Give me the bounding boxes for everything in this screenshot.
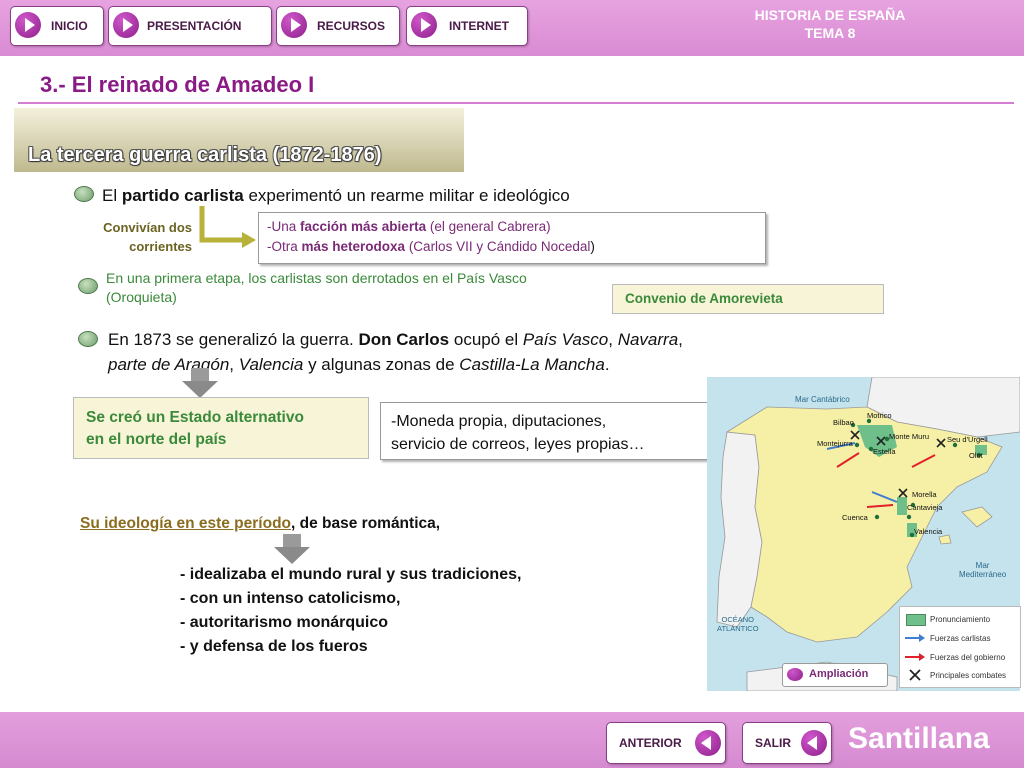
city-valencia: Valencia xyxy=(914,527,943,536)
map-sea-med: Mar Mediterráneo xyxy=(959,561,1007,579)
title-divider xyxy=(18,102,1014,104)
city-montemuru: Monte Muru xyxy=(889,432,930,441)
down-arrow-icon xyxy=(182,368,218,398)
bullet-icon xyxy=(78,278,98,294)
ideology-heading: Su ideología en este período, de base ro… xyxy=(80,515,440,533)
ideology-item: - y defensa de los fueros xyxy=(180,638,368,655)
course-title-line2: TEMA 8 xyxy=(804,25,856,41)
city-montejurra: Montejurra xyxy=(817,439,853,448)
map-ocean: OCÉANO ATLÁNTICO xyxy=(717,615,759,633)
city-olot: Olot xyxy=(969,451,983,460)
nav-internet-button[interactable]: INTERNET xyxy=(406,6,528,46)
current-cabrera: -Una facción más abierta (el general Cab… xyxy=(267,219,551,234)
play-icon xyxy=(113,12,139,38)
city-estella: Estella xyxy=(873,447,896,456)
nav-recursos-label: RECURSOS xyxy=(317,19,386,33)
ideology-list: - idealizaba el mundo rural y sus tradic… xyxy=(180,563,521,659)
city-seu: Seu d'Urgell xyxy=(947,435,988,444)
estado-line2: en el norte del país xyxy=(86,431,227,448)
back-arrow-icon xyxy=(695,730,721,756)
nav-inicio-label: INICIO xyxy=(51,19,88,33)
course-title: HISTORIA DE ESPAÑA TEMA 8 xyxy=(720,6,940,42)
currents-label-line2: corrientes xyxy=(129,239,192,254)
top-nav-bar: INICIO PRESENTACIÓN RECURSOS INTERNET HI… xyxy=(0,0,1024,56)
section-title: 3.- El reinado de Amadeo I xyxy=(40,72,315,97)
point2-line1: En una primera etapa, los carlistas son … xyxy=(106,270,527,286)
estado-line1: Se creó un Estado alternativo xyxy=(86,409,304,426)
anterior-button[interactable]: ANTERIOR xyxy=(606,722,726,764)
play-icon xyxy=(281,12,307,38)
bullet-icon xyxy=(78,331,98,347)
play-icon xyxy=(15,12,41,38)
city-cuenca: Cuenca xyxy=(842,513,868,522)
estado-alternativo-box: Se creó un Estado alternativo en el nort… xyxy=(73,397,369,459)
map-sea-north: Mar Cantábrico xyxy=(795,395,850,404)
footer-bar: ANTERIOR SALIR Santillana xyxy=(0,712,1024,768)
play-icon xyxy=(787,668,803,681)
moneda-box: -Moneda propia, diputaciones, servicio d… xyxy=(380,402,715,460)
ampliacion-label: Ampliación xyxy=(809,668,869,680)
moneda-line1: -Moneda propia, diputaciones, xyxy=(391,413,607,430)
legend-combat-icon xyxy=(909,669,921,681)
point-carlist-rearm: El partido carlista experimentó un rearm… xyxy=(102,186,570,206)
subtitle-banner: La tercera guerra carlista (1872-1876) xyxy=(14,108,464,172)
ideology-rest: , de base romántica, xyxy=(291,515,441,532)
current-carlos-vii: -Otra más heterodoxa (Carlos VII y Cándi… xyxy=(267,239,595,254)
legend-pronunciamiento-swatch xyxy=(906,614,926,626)
ideology-item: - idealizaba el mundo rural y sus tradic… xyxy=(180,566,522,583)
currents-label: Convivían dos corrientes xyxy=(72,218,192,256)
back-arrow-icon xyxy=(801,730,827,756)
legend-pronunciamiento: Pronunciamiento xyxy=(930,615,991,624)
nav-inicio-button[interactable]: INICIO xyxy=(10,6,104,46)
legend-carlistas: Fuerzas carlistas xyxy=(930,634,991,643)
city-motrico: Motrico xyxy=(867,411,892,420)
connector-arrow-icon xyxy=(199,206,256,248)
legend-carlist-arrow-icon xyxy=(905,634,925,642)
subtitle-text: La tercera guerra carlista (1872-1876) xyxy=(28,144,382,166)
salir-button[interactable]: SALIR xyxy=(742,722,832,764)
moneda-line2: servicio de correos, leyes propias… xyxy=(391,436,645,453)
nav-presentacion-button[interactable]: PRESENTACIÓN xyxy=(108,6,272,46)
point1-text-pre: El xyxy=(102,186,122,205)
ideology-item: - con un intenso catolicismo, xyxy=(180,590,401,607)
ideology-link[interactable]: Su ideología en este período xyxy=(80,515,291,532)
convenio-box: Convenio de Amorevieta xyxy=(612,284,884,314)
santillana-logo: Santillana xyxy=(848,722,990,755)
legend-combates: Principales combates xyxy=(930,671,1007,680)
salir-label: SALIR xyxy=(755,736,791,750)
legend-gobierno: Fuerzas del gobierno xyxy=(930,653,1006,662)
ampliacion-button[interactable]: Ampliación xyxy=(782,663,888,687)
city-morella: Morella xyxy=(912,490,937,499)
point2-line2: (Oroquieta) xyxy=(106,289,177,305)
map-legend: Pronunciamiento Fuerzas carlistas Fuerza… xyxy=(899,606,1021,688)
legend-gov-arrow-icon xyxy=(905,653,925,661)
point-first-stage: En una primera etapa, los carlistas son … xyxy=(106,269,527,307)
play-icon xyxy=(411,12,437,38)
down-arrow-icon xyxy=(274,534,310,564)
nav-presentacion-label: PRESENTACIÓN xyxy=(147,19,242,33)
currents-label-line1: Convivían dos xyxy=(103,220,192,235)
point1-text-post: experimentó un rearme militar e ideológi… xyxy=(243,186,570,205)
currents-box: -Una facción más abierta (el general Cab… xyxy=(258,212,766,264)
anterior-label: ANTERIOR xyxy=(619,736,682,750)
bullet-icon xyxy=(74,186,94,202)
nav-recursos-button[interactable]: RECURSOS xyxy=(276,6,400,46)
city-cantavieja: Cantavieja xyxy=(907,503,943,512)
ideology-item: - autoritarismo monárquico xyxy=(180,614,389,631)
course-title-line1: HISTORIA DE ESPAÑA xyxy=(754,7,906,23)
nav-internet-label: INTERNET xyxy=(449,19,509,33)
city-bilbao: Bilbao xyxy=(833,418,854,427)
point1-text-bold: partido carlista xyxy=(121,186,244,205)
